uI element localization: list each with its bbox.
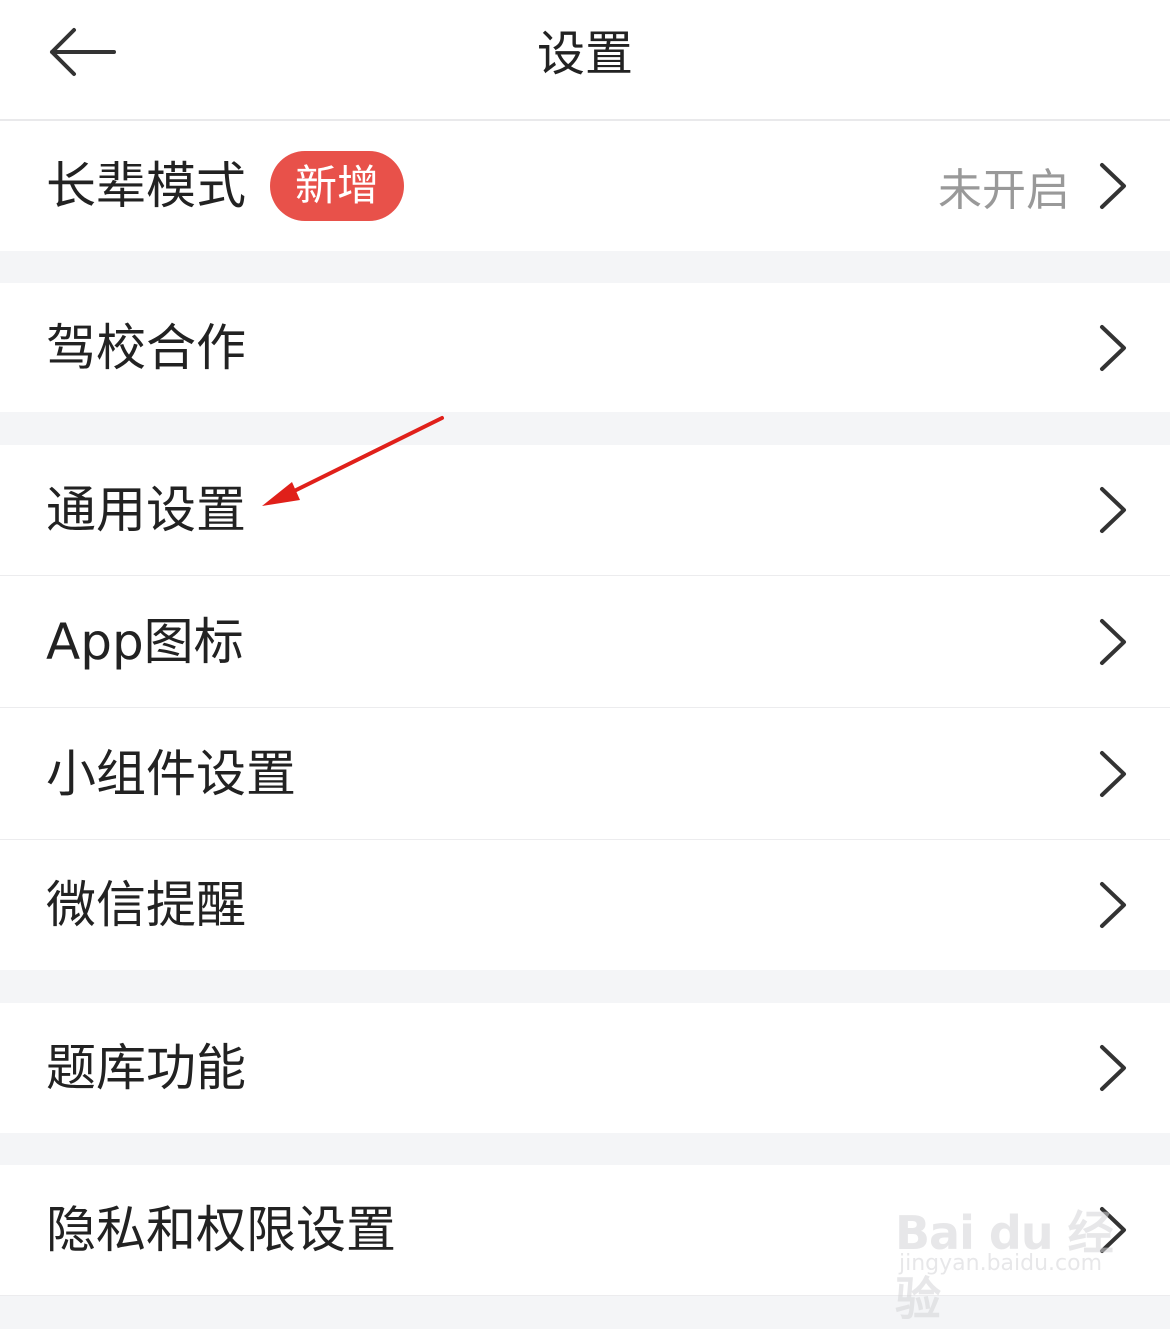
row-question-bank[interactable]: 题库功能 bbox=[0, 1003, 1170, 1133]
chevron-right-icon bbox=[1096, 617, 1130, 667]
row-widget-settings[interactable]: 小组件设置 bbox=[0, 708, 1170, 839]
chevron-right-icon bbox=[1096, 161, 1130, 211]
row-label: App图标 bbox=[46, 612, 244, 671]
new-badge: 新增 bbox=[270, 151, 405, 221]
page-title: 设置 bbox=[536, 26, 633, 82]
row-label: 隐私和权限设置 bbox=[46, 1201, 396, 1259]
row-label: 驾校合作 bbox=[46, 318, 246, 377]
chevron-right-icon bbox=[1096, 1205, 1130, 1255]
row-divider bbox=[0, 1295, 1170, 1296]
row-privacy-permissions[interactable]: 隐私和权限设置 bbox=[0, 1165, 1170, 1295]
chevron-right-icon bbox=[1096, 323, 1130, 373]
row-elder-mode[interactable]: 长辈模式 新增 未开启 bbox=[0, 121, 1170, 251]
row-app-icon[interactable]: App图标 bbox=[0, 576, 1170, 707]
chevron-right-icon bbox=[1096, 1043, 1130, 1093]
row-label: 通用设置 bbox=[46, 481, 246, 539]
row-label: 题库功能 bbox=[46, 1039, 246, 1097]
row-general-settings[interactable]: 通用设置 bbox=[0, 445, 1170, 575]
row-label: 长辈模式 bbox=[46, 157, 246, 215]
top-bar: 设置 bbox=[0, 0, 1170, 121]
chevron-right-icon bbox=[1096, 749, 1130, 799]
row-label: 小组件设置 bbox=[46, 744, 296, 803]
row-wechat-reminder[interactable]: 微信提醒 bbox=[0, 840, 1170, 970]
row-driving-school[interactable]: 驾校合作 bbox=[0, 283, 1170, 412]
chevron-right-icon bbox=[1096, 880, 1130, 930]
chevron-right-icon bbox=[1096, 485, 1130, 535]
status-text: 未开启 bbox=[938, 165, 1070, 216]
row-label: 微信提醒 bbox=[46, 876, 246, 934]
